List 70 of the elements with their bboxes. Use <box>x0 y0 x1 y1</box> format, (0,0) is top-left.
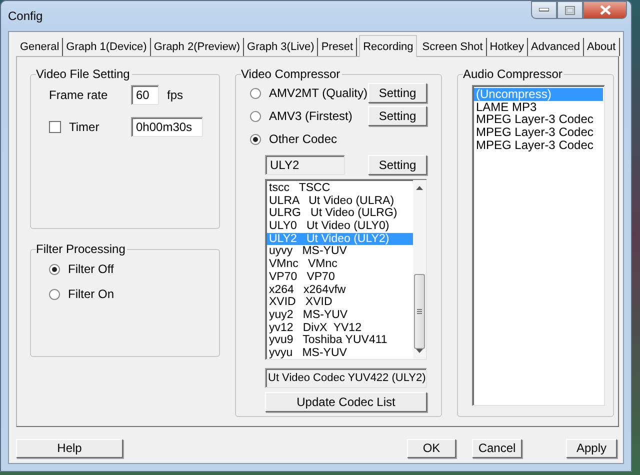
dialog-button[interactable]: Help <box>16 439 123 458</box>
codec-list-item[interactable]: yvyu MS-YUV <box>267 346 413 360</box>
codec-list-item[interactable]: yv12 DivX YV12 <box>267 322 413 334</box>
maximize-icon <box>565 6 575 14</box>
codec-list-item[interactable]: x264 x264vfw <box>267 284 413 296</box>
tab[interactable]: Advanced <box>528 38 584 56</box>
setting-button[interactable]: Setting <box>368 83 427 103</box>
tab[interactable]: Preset <box>318 38 358 56</box>
tab[interactable]: Graph 1(Device) <box>63 38 151 56</box>
codec-field[interactable]: ULY2 <box>265 155 345 175</box>
tab[interactable]: Recording <box>359 35 418 57</box>
radio-button[interactable] <box>49 289 60 300</box>
tab[interactable]: About <box>584 38 620 56</box>
tab[interactable]: Graph 2(Preview) <box>150 38 244 56</box>
radio-button[interactable] <box>250 88 261 98</box>
timer-checkbox[interactable] <box>49 121 61 133</box>
codec-list-item[interactable]: ULRG Ut Video (ULRG) <box>267 207 413 220</box>
tab[interactable]: Hotkey <box>486 38 528 56</box>
radio-label: Other Codec <box>269 132 338 146</box>
dialog-button[interactable]: OK <box>407 439 456 458</box>
setting-button[interactable]: Setting <box>368 106 427 126</box>
tab[interactable]: General <box>17 38 64 56</box>
radio-label: AMV3 (Firstest) <box>269 108 352 124</box>
dialog-button[interactable]: Cancel <box>472 439 522 458</box>
timer-field[interactable]: 0h00m30s <box>131 117 203 137</box>
radio-label: Filter Off <box>68 262 114 276</box>
codec-list-item[interactable]: ULY0 Ut Video (ULY0) <box>267 220 413 233</box>
radio-label: AMV2MT (Quality) <box>269 86 368 100</box>
radio-label: Filter On <box>68 287 114 302</box>
codec-list-item[interactable]: VP70 VP70 <box>267 270 413 284</box>
minimize-button[interactable] <box>531 1 557 19</box>
codec-list-item[interactable]: yvu9 Toshiba YUV411 <box>267 334 413 347</box>
fps-label: fps <box>167 88 184 102</box>
tab[interactable]: Screen Shot <box>419 38 487 56</box>
group-title: Video Compressor <box>241 67 342 81</box>
scroll-thumb[interactable] <box>414 274 425 350</box>
close-button[interactable] <box>583 1 627 19</box>
radio-button[interactable] <box>250 110 261 122</box>
codec-list-item[interactable]: tscc TSCC <box>267 182 413 195</box>
radio-button[interactable] <box>49 264 60 275</box>
dialog-button[interactable]: Apply <box>566 439 617 458</box>
audio-codec-list[interactable]: (Uncompress) LAME MP3 MPEG Layer-3 Codec MPEG Layer-3 Codec MPEG Layer-3 Codec <box>472 85 605 406</box>
codec-list-item[interactable]: uyvy MS-YUV <box>267 245 413 258</box>
codec-list-item[interactable]: XVID XVID <box>267 296 413 309</box>
grip-icon <box>417 308 422 314</box>
codec-description-field: Ut Video Codec YUV422 (ULY2) <box>265 368 427 388</box>
tab[interactable]: Graph 3(Live) <box>244 38 318 56</box>
codec-list[interactable] <box>265 179 427 360</box>
audio-list-item[interactable]: LAME MP3 <box>474 100 603 114</box>
setting-button[interactable]: Setting <box>368 155 427 175</box>
codec-list-item[interactable]: ULRA Ut Video (ULRA) <box>267 194 413 208</box>
group-title: Audio Compressor <box>463 67 564 81</box>
audio-list-item[interactable]: MPEG Layer-3 Codec <box>474 126 603 139</box>
radio-button[interactable] <box>250 134 261 144</box>
frame-rate-label: Frame rate <box>49 88 109 102</box>
group-title: Video File Setting <box>36 67 131 81</box>
update-codec-list-button[interactable]: Update Codec List <box>265 392 427 412</box>
scrollbar[interactable] <box>413 180 426 359</box>
minimize-icon <box>539 8 549 12</box>
group-title: Filter Processing <box>36 242 126 256</box>
audio-list-item[interactable]: MPEG Layer-3 Codec <box>474 113 603 126</box>
timer-label: Timer <box>69 120 100 134</box>
codec-list-item[interactable]: VMnc VMnc <box>267 258 413 271</box>
frame-rate-field[interactable]: 60 <box>131 85 159 105</box>
scroll-up-icon <box>416 186 423 190</box>
maximize-button[interactable] <box>557 1 583 19</box>
close-icon <box>600 5 610 15</box>
audio-list-item[interactable]: MPEG Layer-3 Codec <box>474 138 603 152</box>
window-title: Config <box>8 8 43 24</box>
codec-list-item[interactable]: yuy2 MS-YUV <box>267 308 413 322</box>
